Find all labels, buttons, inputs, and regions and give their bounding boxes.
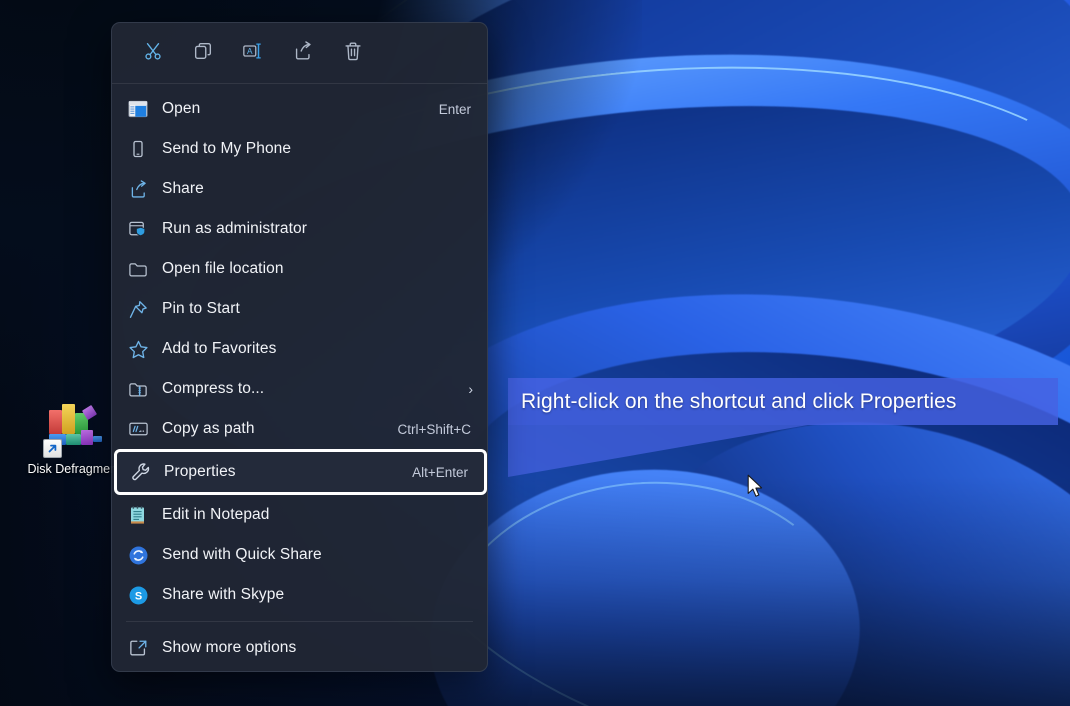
menu-item-label: Edit in Notepad bbox=[162, 506, 270, 523]
cut-button[interactable] bbox=[128, 33, 178, 73]
quick-share-icon bbox=[128, 543, 162, 567]
svg-text:A: A bbox=[247, 46, 253, 55]
menu-item-edit-in-notepad[interactable]: Edit in Notepad bbox=[112, 495, 487, 535]
menu-item-label: Open file location bbox=[162, 260, 284, 277]
menu-item-send-with-quick-share[interactable]: Send with Quick Share bbox=[112, 535, 487, 575]
menu-item-run-as-administrator[interactable]: Run as administrator bbox=[112, 209, 487, 249]
delete-icon bbox=[342, 40, 364, 67]
pin-icon bbox=[128, 297, 162, 321]
menu-item-accel: Enter bbox=[438, 101, 471, 117]
menu-item-label: Share with Skype bbox=[162, 586, 285, 603]
cut-icon bbox=[142, 40, 164, 67]
copy-icon bbox=[192, 40, 214, 67]
instruction-callout-text: Right-click on the shortcut and click Pr… bbox=[521, 389, 957, 413]
notepad-icon bbox=[128, 503, 162, 527]
wrench-icon bbox=[130, 460, 164, 484]
shortcut-arrow-overlay bbox=[43, 439, 62, 458]
shield-admin-icon bbox=[128, 217, 162, 241]
menu-item-label: Compress to... bbox=[162, 380, 265, 397]
open-window-icon bbox=[128, 97, 162, 121]
skype-icon: S bbox=[128, 583, 162, 607]
copy-path-icon bbox=[128, 417, 162, 441]
menu-item-label: Send to My Phone bbox=[162, 140, 292, 157]
compress-zip-icon bbox=[128, 377, 162, 401]
menu-item-share-with-skype[interactable]: S Share with Skype bbox=[112, 575, 487, 615]
menu-item-show-more-options[interactable]: Show more options bbox=[112, 628, 487, 668]
context-menu-toolbar: A bbox=[112, 23, 487, 83]
menu-item-send-to-my-phone[interactable]: Send to My Phone bbox=[112, 129, 487, 169]
menu-item-label: Copy as path bbox=[162, 420, 255, 437]
menu-item-label: Open bbox=[162, 100, 201, 117]
folder-icon bbox=[128, 257, 162, 281]
menu-item-share[interactable]: Share bbox=[112, 169, 487, 209]
menu-item-open-file-location[interactable]: Open file location bbox=[112, 249, 487, 289]
svg-text:S: S bbox=[135, 590, 142, 602]
star-icon bbox=[128, 337, 162, 361]
show-more-icon bbox=[128, 636, 162, 660]
context-menu[interactable]: A Open Enter Send to My Phone Share Run … bbox=[111, 22, 488, 672]
share-icon bbox=[292, 40, 314, 67]
menu-item-properties[interactable]: Properties Alt+Enter bbox=[114, 449, 487, 495]
menu-item-label: Run as administrator bbox=[162, 220, 308, 237]
share-arrow-icon bbox=[128, 177, 162, 201]
mouse-pointer-icon bbox=[747, 474, 765, 505]
footer-separator bbox=[126, 621, 473, 622]
menu-item-open[interactable]: Open Enter bbox=[112, 89, 487, 129]
rename-button[interactable]: A bbox=[228, 33, 278, 73]
menu-item-compress-to[interactable]: Compress to... › bbox=[112, 369, 487, 409]
menu-item-copy-as-path[interactable]: Copy as path Ctrl+Shift+C bbox=[112, 409, 487, 449]
menu-item-label: Send with Quick Share bbox=[162, 546, 322, 563]
menu-item-accel: Ctrl+Shift+C bbox=[397, 421, 471, 437]
menu-item-accel: Alt+Enter bbox=[412, 464, 468, 480]
menu-item-label: Share bbox=[162, 180, 204, 197]
instruction-callout: Right-click on the shortcut and click Pr… bbox=[508, 378, 1058, 425]
phone-icon bbox=[128, 137, 162, 161]
disk-defragmenter-icon bbox=[43, 398, 105, 458]
menu-item-add-to-favorites[interactable]: Add to Favorites bbox=[112, 329, 487, 369]
menu-item-label: Properties bbox=[164, 463, 236, 480]
rename-icon: A bbox=[241, 40, 265, 67]
menu-item-pin-to-start[interactable]: Pin to Start bbox=[112, 289, 487, 329]
menu-item-label: Show more options bbox=[162, 639, 297, 656]
share-button[interactable] bbox=[278, 33, 328, 73]
menu-item-label: Add to Favorites bbox=[162, 340, 277, 357]
copy-button[interactable] bbox=[178, 33, 228, 73]
context-menu-items: Open Enter Send to My Phone Share Run as… bbox=[112, 84, 487, 668]
delete-button[interactable] bbox=[328, 33, 378, 73]
chevron-right-icon: › bbox=[468, 381, 473, 397]
menu-item-label: Pin to Start bbox=[162, 300, 240, 317]
